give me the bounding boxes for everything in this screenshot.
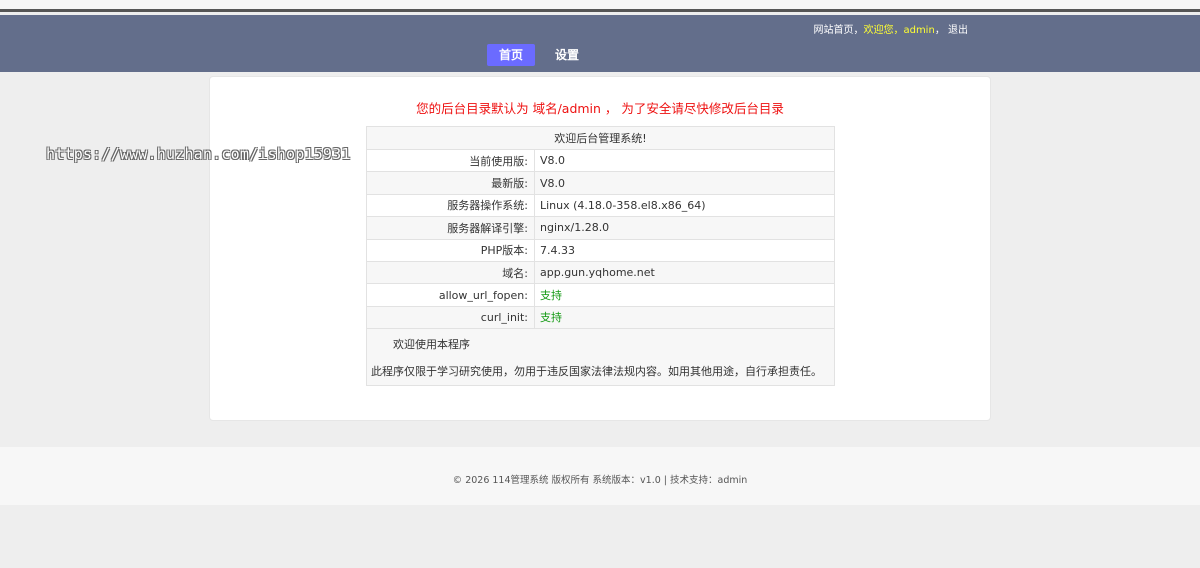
system-info-table: 欢迎后台管理系统! 当前使用版: V8.0 最新版: V8.0 服务器操作系统:… xyxy=(366,126,835,387)
separator: ， xyxy=(934,25,945,36)
row-value: V8.0 xyxy=(534,171,835,195)
watermark-text: https://www.huzhan.com/ishop15931 xyxy=(46,145,351,163)
welcome-text: 欢迎您，admin xyxy=(863,25,935,36)
about-cell: 欢迎使用本程序 此程序仅限于学习研究使用，勿用于违反国家法律法规内容。如用其他用… xyxy=(366,328,835,387)
row-value: nginx/1.28.0 xyxy=(534,216,835,240)
row-label: 最新版: xyxy=(366,171,535,195)
row-value: 7.4.33 xyxy=(534,238,835,262)
header-links: 网站首页，欢迎您，admin， 退出 xyxy=(813,21,968,36)
row-label: 服务器操作系统: xyxy=(366,193,535,218)
main-content-card: 您的后台目录默认为 域名/admin ， 为了安全请尽快修改后台目录 欢迎后台管… xyxy=(209,76,991,421)
table-row: allow_url_fopen: 支持 xyxy=(366,283,835,307)
row-value: Linux (4.18.0-358.el8.x86_64) xyxy=(534,193,835,218)
table-row: curl_init: 支持 xyxy=(366,305,835,330)
nav-tab-settings[interactable]: 设置 xyxy=(543,44,591,66)
row-value: V8.0 xyxy=(534,148,835,173)
nav-tab-home[interactable]: 首页 xyxy=(487,44,536,66)
row-label: 域名: xyxy=(366,260,535,285)
row-label: allow_url_fopen: xyxy=(366,283,535,307)
about-row: 欢迎使用本程序 此程序仅限于学习研究使用，勿用于违反国家法律法规内容。如用其他用… xyxy=(366,328,835,387)
table-title: 欢迎后台管理系统! xyxy=(366,126,835,150)
site-home-link[interactable]: 网站首页 xyxy=(813,25,853,36)
footer: © 2026 114管理系统 版权所有 系统版本：v1.0 | 技术支持：adm… xyxy=(0,447,1200,505)
footer-copyright: © 2026 114管理系统 版权所有 系统版本：v1.0 | 技术支持：adm… xyxy=(452,475,748,486)
table-row: 当前使用版: V8.0 xyxy=(366,148,835,173)
header-bar: 网站首页，欢迎您，admin， 退出 首页 设置 xyxy=(0,15,1200,72)
row-label: 当前使用版: xyxy=(366,148,535,173)
table-row: 域名: app.gun.yqhome.net xyxy=(366,260,835,285)
admin-path-notice: 您的后台目录默认为 域名/admin ， 为了安全请尽快修改后台目录 xyxy=(416,101,784,116)
table-row: PHP版本: 7.4.33 xyxy=(366,238,835,262)
row-label: curl_init: xyxy=(366,305,535,330)
table-title-row: 欢迎后台管理系统! xyxy=(366,126,835,150)
row-value-support: 支持 xyxy=(534,283,835,307)
logout-link[interactable]: 退出 xyxy=(948,25,968,36)
row-label: 服务器解译引擎: xyxy=(366,216,535,240)
row-label: PHP版本: xyxy=(366,238,535,262)
table-row: 最新版: V8.0 xyxy=(366,171,835,195)
browser-top-strip xyxy=(0,0,1200,12)
main-nav: 首页 设置 xyxy=(487,44,599,66)
separator: ， xyxy=(853,25,864,36)
table-row: 服务器解译引擎: nginx/1.28.0 xyxy=(366,216,835,240)
row-value: app.gun.yqhome.net xyxy=(534,260,835,285)
row-value-support: 支持 xyxy=(534,305,835,330)
table-row: 服务器操作系统: Linux (4.18.0-358.el8.x86_64) xyxy=(366,193,835,218)
about-text: 此程序仅限于学习研究使用，勿用于违反国家法律法规内容。如用其他用途，自行承担责任… xyxy=(371,364,822,378)
about-title: 欢迎使用本程序 xyxy=(393,337,470,351)
